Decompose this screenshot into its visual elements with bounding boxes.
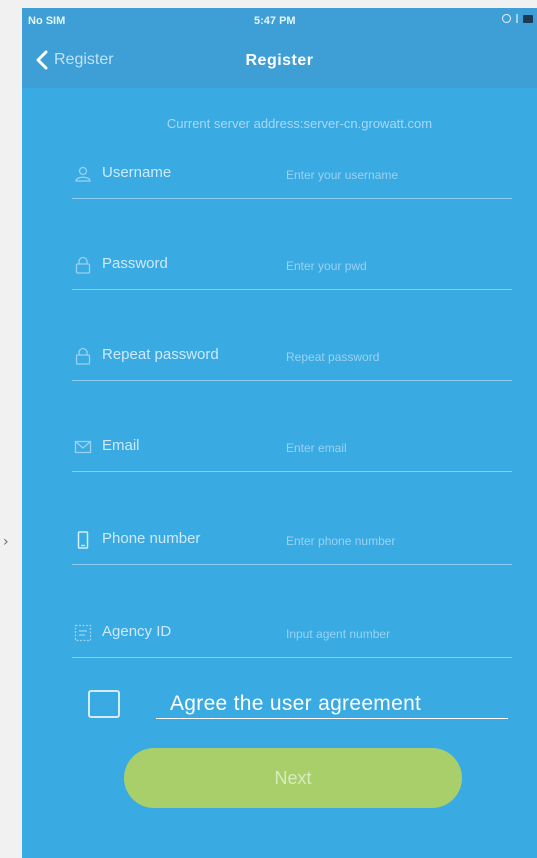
phone-screen: No SIM 5:47 PM Register Register Current… — [22, 8, 537, 858]
next-button[interactable]: Next — [124, 748, 462, 808]
username-label: Username — [102, 164, 172, 181]
email-row: Email — [72, 433, 512, 472]
status-carrier: No SIM — [28, 15, 66, 27]
username-row: Username — [72, 160, 512, 199]
user-agreement-link[interactable]: Agree the user agreement — [156, 692, 508, 719]
email-input[interactable] — [284, 433, 508, 463]
repeat-password-label: Repeat password — [102, 346, 219, 363]
mail-icon — [74, 440, 92, 454]
repeat-password-input[interactable] — [284, 342, 508, 372]
side-arrow-icon: › — [3, 534, 9, 550]
agency-id-label: Agency ID — [102, 623, 172, 640]
agency-id-row: Agency ID — [72, 619, 512, 658]
phone-icon — [77, 531, 89, 549]
status-time: 5:47 PM — [254, 15, 296, 27]
email-label: Email — [102, 437, 140, 454]
username-input[interactable] — [284, 160, 508, 190]
phone-number-row: Phone number — [72, 526, 512, 565]
agreement-row: Agree the user agreement — [88, 688, 508, 724]
navigation-bar: Register Register — [22, 36, 537, 88]
user-icon — [75, 166, 91, 182]
bluetooth-icon — [516, 14, 518, 23]
agency-icon — [74, 624, 92, 642]
agency-id-input[interactable] — [284, 619, 508, 649]
phone-number-input[interactable] — [284, 526, 508, 556]
battery-icon — [523, 14, 533, 23]
agree-checkbox[interactable] — [88, 690, 120, 718]
location-icon — [502, 14, 511, 23]
lock-icon — [75, 256, 91, 274]
server-address-text: Current server address:server-cn.growatt… — [166, 116, 433, 131]
password-row: Password — [72, 251, 512, 290]
repeat-password-row: Repeat password — [72, 342, 512, 381]
lock-icon — [75, 347, 91, 365]
page-title: Register — [245, 52, 314, 69]
password-label: Password — [102, 255, 168, 272]
phone-number-label: Phone number — [102, 530, 201, 547]
password-input[interactable] — [284, 251, 508, 281]
status-icons — [502, 14, 533, 23]
status-bar: No SIM 5:47 PM — [22, 8, 537, 36]
